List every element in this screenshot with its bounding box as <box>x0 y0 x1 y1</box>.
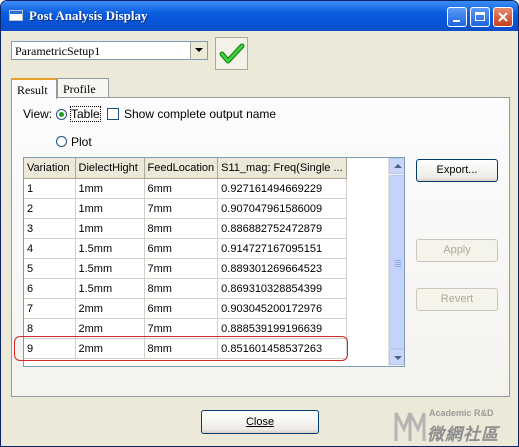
show-complete-name-label[interactable]: Show complete output name <box>124 107 276 121</box>
plot-radio-label[interactable]: Plot <box>71 135 92 149</box>
highlighted-row-outline <box>14 336 348 361</box>
table-row[interactable]: 5 1.5mm 7mm 0.889301269664523 <box>24 258 347 279</box>
tab-result-label: Result <box>17 83 48 97</box>
table-cell: 1mm <box>75 198 145 219</box>
watermark-line1: Academic R&D <box>429 408 494 418</box>
table-cell: 8mm <box>144 278 219 299</box>
table-cell: 7 <box>24 298 76 319</box>
apply-button[interactable]: Apply <box>416 239 498 262</box>
apply-setup-button[interactable] <box>215 37 248 70</box>
table-cell: 1.5mm <box>75 258 145 279</box>
table-cell: 2mm <box>75 298 145 319</box>
scroll-up-button[interactable] <box>389 158 404 174</box>
watermark-logo: Academic R&D 微網社區 <box>393 405 517 445</box>
table-row[interactable]: 6 1.5mm 8mm 0.869310328854399 <box>24 278 347 299</box>
parametric-setup-select[interactable]: ParametricSetup1 <box>11 41 208 60</box>
table-cell: 6mm <box>144 238 219 259</box>
window-icon <box>9 10 23 21</box>
close-button[interactable]: Close <box>201 410 319 434</box>
table-cell: 0.869310328854399 <box>217 278 347 299</box>
table-row[interactable]: 4 1.5mm 6mm 0.914727167095151 <box>24 238 347 259</box>
table-cell: 0.914727167095151 <box>217 238 347 259</box>
tab-profile[interactable]: Profile <box>57 78 109 98</box>
grip-icon <box>395 260 401 261</box>
table-cell: 4 <box>24 238 76 259</box>
close-window-button[interactable] <box>493 7 513 27</box>
table-cell: 1mm <box>75 178 145 199</box>
table-row[interactable]: 3 1mm 8mm 0.886882752472879 <box>24 218 347 239</box>
table-cell: 3 <box>24 218 76 239</box>
table-radio[interactable] <box>56 109 67 120</box>
tab-result[interactable]: Result <box>11 78 57 99</box>
close-button-label: Close <box>245 416 275 428</box>
table-cell: 1.5mm <box>75 278 145 299</box>
show-complete-name-checkbox[interactable] <box>107 108 119 120</box>
revert-button[interactable]: Revert <box>416 288 498 311</box>
table-cell: 1 <box>24 178 76 199</box>
table-cell: 2 <box>24 198 76 219</box>
vertical-scrollbar[interactable] <box>388 158 404 366</box>
scroll-down-button[interactable] <box>389 349 404 365</box>
post-analysis-window: Post Analysis Display ParametricSetup1 R… <box>0 0 519 447</box>
table-row[interactable]: 1 1mm 6mm 0.927161494669229 <box>24 178 347 199</box>
table-cell: 0.889301269664523 <box>217 258 347 279</box>
column-header-variation[interactable]: Variation <box>24 158 76 179</box>
table-row[interactable]: 2 1mm 7mm 0.907047961586009 <box>24 198 347 219</box>
table-cell: 0.903045200172976 <box>217 298 347 319</box>
parametric-setup-value: ParametricSetup1 <box>15 44 101 58</box>
table-cell: 1.5mm <box>75 238 145 259</box>
table-cell: 8mm <box>144 218 219 239</box>
table-cell: 7mm <box>144 198 219 219</box>
column-header-dielecthight[interactable]: DielectHight <box>75 158 145 179</box>
scrollbar-thumb[interactable] <box>389 175 404 349</box>
table-row[interactable]: 7 2mm 6mm 0.903045200172976 <box>24 298 347 319</box>
table-cell: 5 <box>24 258 76 279</box>
tab-profile-label: Profile <box>63 82 96 96</box>
column-header-feedlocation[interactable]: FeedLocation <box>144 158 219 179</box>
table-cell: 1mm <box>75 218 145 239</box>
view-label: View: <box>23 107 53 121</box>
close-x-icon <box>498 12 508 22</box>
table-header-row: Variation DielectHight FeedLocation S11_… <box>24 158 347 179</box>
table-cell: 0.927161494669229 <box>217 178 347 199</box>
logo-mark-icon <box>394 412 426 441</box>
column-header-s11-mag[interactable]: S11_mag: Freq(Single ... <box>217 158 347 179</box>
table-cell: 0.886882752472879 <box>217 218 347 239</box>
table-radio-label[interactable]: Table <box>70 106 101 122</box>
table-cell: 6 <box>24 278 76 299</box>
title-bar[interactable]: Post Analysis Display <box>1 1 518 31</box>
plot-radio[interactable] <box>56 136 67 147</box>
window-title: Post Analysis Display <box>29 8 148 23</box>
table-cell: 6mm <box>144 298 219 319</box>
checkmark-icon <box>219 43 245 64</box>
chevron-down-icon[interactable] <box>190 42 207 59</box>
watermark-line2: 微網社區 <box>427 425 499 444</box>
table-cell: 0.907047961586009 <box>217 198 347 219</box>
minimize-button[interactable] <box>447 7 467 27</box>
export-button[interactable]: Export... <box>416 159 498 182</box>
table-cell: 6mm <box>144 178 219 199</box>
table-cell: 7mm <box>144 258 219 279</box>
maximize-button[interactable] <box>470 7 490 27</box>
